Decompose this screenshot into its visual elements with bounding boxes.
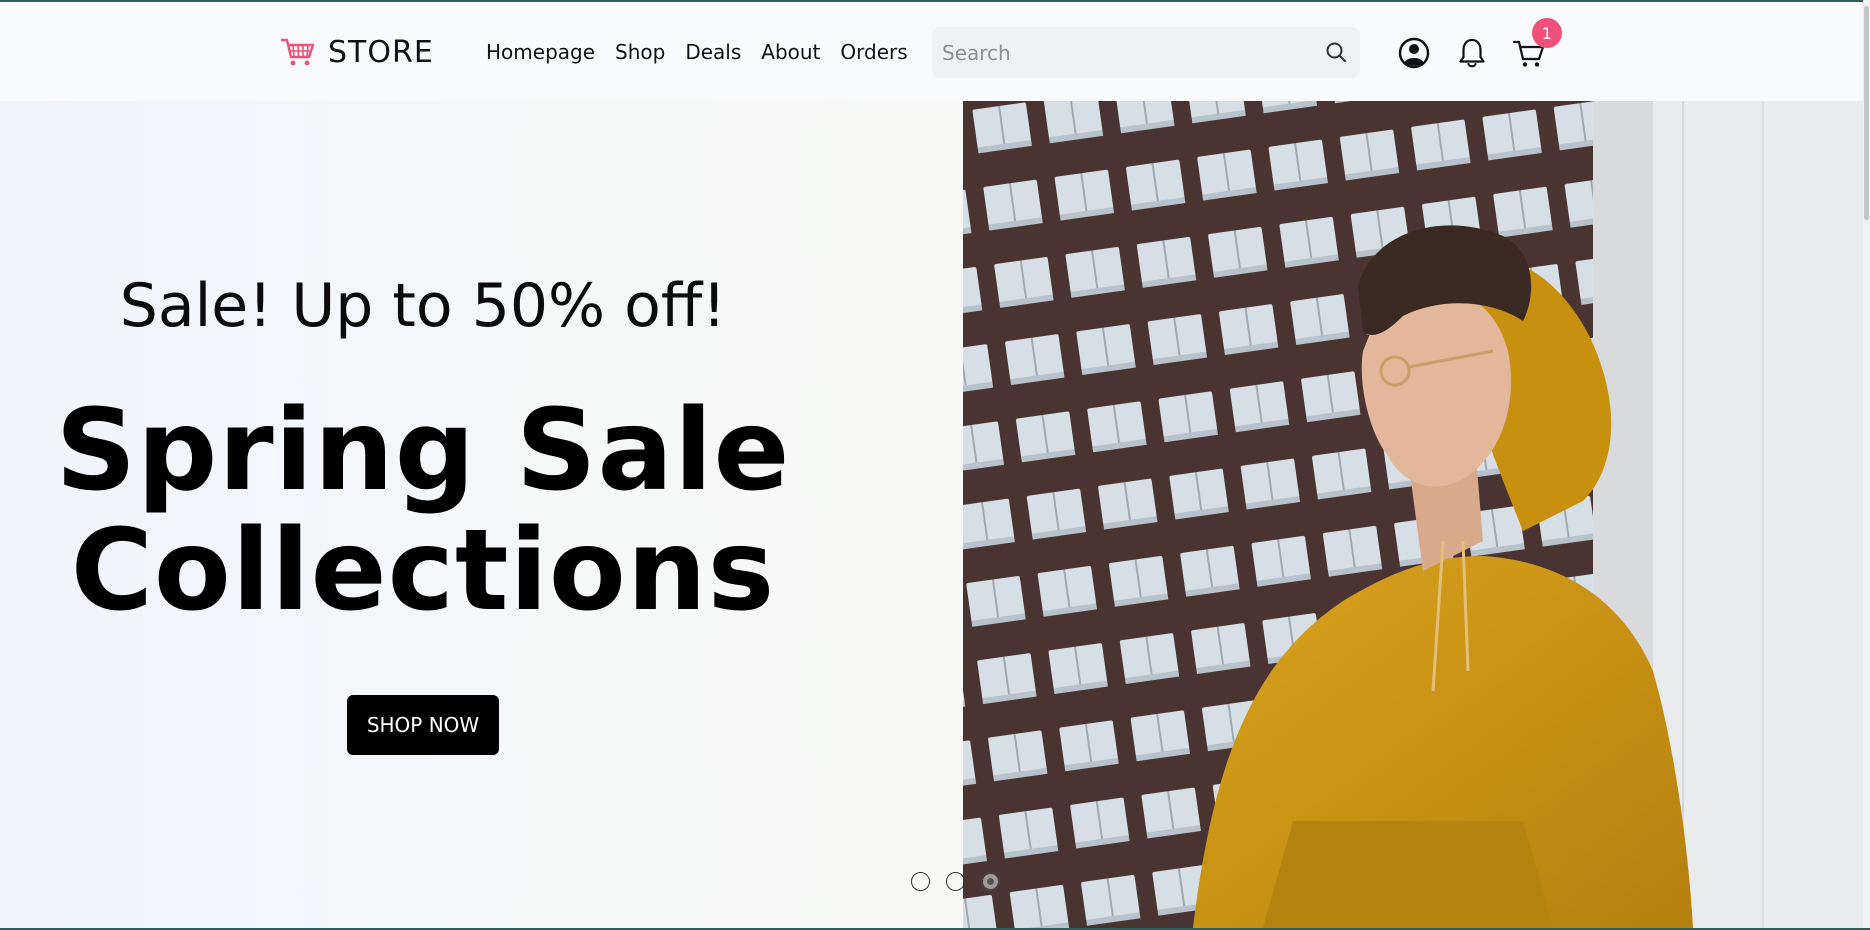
nav-shop[interactable]: Shop (615, 40, 665, 64)
shopping-cart-logo-icon (280, 38, 315, 66)
carousel-indicators (911, 872, 1000, 892)
hero-title-line-2: Collections (70, 506, 776, 636)
user-account-icon[interactable] (1397, 36, 1431, 70)
search-icon[interactable] (1324, 40, 1348, 64)
hero-title: Spring Sale Collections (0, 391, 846, 631)
scrollbar-thumb[interactable] (1864, 6, 1869, 220)
hero-banner: Sale! Up to 50% off! Spring Sale Collect… (0, 101, 1863, 928)
carousel-dot-2[interactable] (946, 872, 965, 891)
search-input[interactable] (942, 27, 1302, 78)
hero-text-panel: Sale! Up to 50% off! Spring Sale Collect… (0, 101, 963, 928)
nav-deals[interactable]: Deals (685, 40, 741, 64)
hero-photo-illustration (963, 101, 1863, 928)
page-scrollbar[interactable] (1863, 0, 1870, 930)
main-nav: Homepage Shop Deals About Orders (486, 32, 908, 72)
carousel-dot-3-active[interactable] (981, 872, 1000, 891)
cart-count-badge: 1 (1532, 18, 1562, 48)
carousel-dot-1[interactable] (911, 872, 930, 891)
hero-title-line-1: Spring Sale (55, 386, 791, 516)
search-bar (932, 27, 1360, 78)
store-logo[interactable]: STORE (280, 30, 434, 74)
nav-about[interactable]: About (761, 40, 820, 64)
shop-now-button[interactable]: SHOP NOW (347, 695, 499, 755)
site-header: STORE Homepage Shop Deals About Orders 1 (0, 2, 1863, 101)
hero-photo (963, 101, 1863, 928)
store-name: STORE (328, 34, 434, 70)
nav-homepage[interactable]: Homepage (486, 40, 595, 64)
bell-icon[interactable] (1455, 36, 1489, 70)
nav-orders[interactable]: Orders (840, 40, 907, 64)
hero-subtitle: Sale! Up to 50% off! (119, 271, 727, 341)
